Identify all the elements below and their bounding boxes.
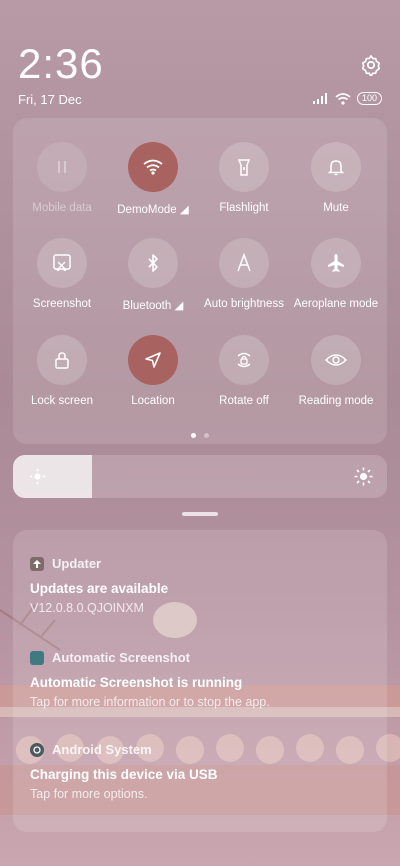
status-header: 2:36 Fri, 17 Dec 100 [0,0,400,110]
notification-app-name: Updater [52,556,102,571]
notification-title: Updates are available [30,581,169,596]
screenshot-app-icon [30,650,44,665]
tile-label: Mobile data [32,202,92,214]
page-indicator [13,433,387,438]
tile-auto-brightness[interactable]: Auto brightness [199,238,289,310]
brightness-high-icon [354,467,373,486]
system-icons: 100 [312,92,382,105]
signal-icon [312,93,327,104]
eye-icon [311,335,361,385]
flashlight-icon [219,142,269,192]
tile-flashlight[interactable]: Flashlight [199,142,289,214]
drag-handle[interactable] [182,512,218,516]
tile-mute[interactable]: Mute [291,142,381,214]
settings-gear-icon[interactable] [360,54,382,76]
tile-label: Aeroplane mode [293,298,379,310]
notification-panel: Updater Updates are available V12.0.8.0.… [13,530,387,832]
tile-label: Reading mode [298,395,374,407]
date[interactable]: Fri, 17 Dec [18,92,82,107]
notification-title: Charging this device via USB [30,767,218,782]
tile-label: Location [131,395,175,407]
android-system-icon [30,742,44,757]
screenshot-icon [37,238,87,288]
clock[interactable]: 2:36 [18,40,104,88]
bell-icon [311,142,361,192]
tile-label: Screenshot [32,298,92,310]
notification-body: Tap for more information or to stop the … [30,695,270,709]
lock-icon [37,335,87,385]
page-dot [204,433,209,438]
bluetooth-icon [128,238,178,288]
notification-app-name: Automatic Screenshot [52,650,190,665]
tile-aeroplane-mode[interactable]: Aeroplane mode [291,238,381,310]
tile-bluetooth[interactable]: Bluetooth ◢ [108,238,198,312]
tile-label: Lock screen [30,395,93,407]
mobile-data-icon [37,142,87,192]
location-icon [128,335,178,385]
tile-label: Mute [323,202,349,214]
tile-label: Auto brightness [204,298,284,310]
notification-body: Tap for more options. [30,787,148,801]
notification-title: Automatic Screenshot is running [30,675,243,690]
page-dot-active [191,433,196,438]
tile-lock-screen[interactable]: Lock screen [17,335,107,407]
brightness-slider[interactable] [13,455,387,498]
tile-screenshot[interactable]: Screenshot [17,238,107,310]
notification-android-system[interactable]: Android System Charging this device via … [30,742,375,801]
updater-icon [30,556,44,571]
tile-reading-mode[interactable]: Reading mode [291,335,381,407]
notification-automatic-screenshot[interactable]: Automatic Screenshot Automatic Screensho… [30,650,375,709]
wifi-icon [128,142,178,192]
tile-label: Flashlight [219,202,269,214]
notification-body: V12.0.8.0.QJOINXM [30,601,144,615]
tile-location[interactable]: Location [108,335,198,407]
tile-demomode[interactable]: DemoMode ◢ [108,142,198,216]
rotate-lock-icon [219,335,269,385]
airplane-icon [311,238,361,288]
notification-updater[interactable]: Updater Updates are available V12.0.8.0.… [30,556,375,615]
auto-brightness-icon [219,238,269,288]
wifi-status-icon [335,92,351,105]
brightness-slider-fill [13,455,92,498]
tile-label: DemoMode ◢ [117,204,189,216]
battery-indicator: 100 [356,92,382,105]
tile-rotate-off[interactable]: Rotate off [199,335,289,407]
tile-label: Rotate off [219,395,269,407]
tile-label: Bluetooth ◢ [122,300,184,312]
notification-app-name: Android System [52,742,152,757]
tile-mobile-data[interactable]: Mobile data [17,142,107,214]
quick-settings-panel: Mobile data DemoMode ◢ Flashlight Mute Scree… [13,118,387,444]
brightness-low-icon [30,469,45,484]
